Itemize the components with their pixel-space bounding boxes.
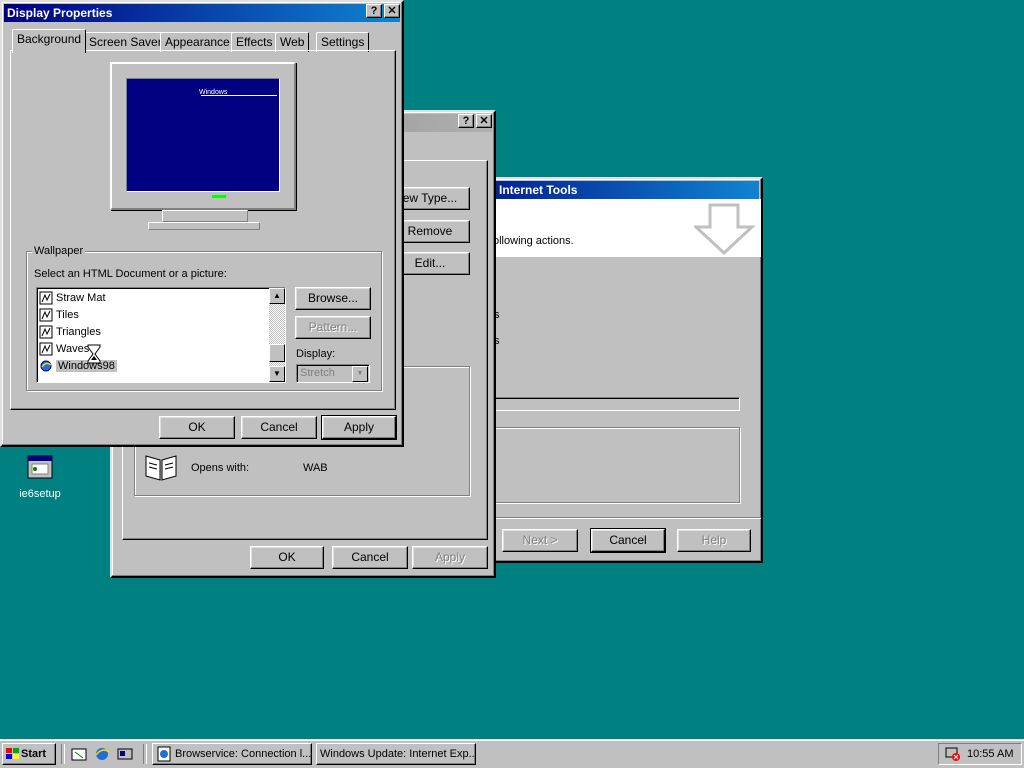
- list-item[interactable]: Triangles: [39, 324, 101, 341]
- bitmap-icon: [39, 342, 53, 356]
- clock[interactable]: 10:55 AM: [967, 748, 1013, 760]
- list-item-label: Waves: [56, 343, 90, 355]
- tab-web[interactable]: Web: [275, 32, 310, 52]
- list-item-label: Tiles: [56, 309, 79, 321]
- close-title-button[interactable]: ✕: [476, 114, 492, 128]
- bitmap-icon: [39, 291, 53, 305]
- book-icon: [145, 455, 177, 481]
- browse-button[interactable]: Browse...: [295, 287, 371, 310]
- internet-explorer-quicklaunch-icon[interactable]: [94, 746, 110, 762]
- display-help-button[interactable]: ?: [366, 4, 382, 18]
- taskbar-divider: [61, 744, 65, 764]
- wallpaper-list[interactable]: Straw Mat Tiles Triangles Waves Windows9…: [36, 287, 286, 383]
- desktop-quicklaunch-icon[interactable]: [71, 746, 87, 762]
- display-titlebar[interactable]: Display Properties: [4, 4, 400, 22]
- display-title: Display Properties: [7, 6, 113, 20]
- list-item[interactable]: Tiles: [39, 307, 79, 324]
- pattern-button[interactable]: Pattern...: [295, 316, 371, 339]
- middle-cancel-button[interactable]: Cancel: [332, 546, 408, 569]
- display-ok-button[interactable]: OK: [159, 416, 235, 439]
- ie-page-icon: [157, 746, 171, 762]
- list-item[interactable]: Waves: [39, 341, 89, 358]
- bitmap-icon: [39, 325, 53, 339]
- monitor-wallpaper-line: [201, 95, 277, 96]
- scroll-thumb[interactable]: [269, 344, 285, 362]
- display-mode-select[interactable]: Stretch ▼: [296, 364, 370, 383]
- middle-ok-button[interactable]: OK: [250, 546, 324, 569]
- taskbar: Start Browservice: Connection l... Windo…: [0, 739, 1024, 768]
- monitor-preview: Windows: [110, 62, 296, 210]
- wizard-cancel-button[interactable]: Cancel: [590, 528, 666, 553]
- monitor-base: [148, 222, 260, 230]
- display-close-button[interactable]: ✕: [384, 4, 400, 18]
- start-label: Start: [21, 748, 47, 760]
- scroll-up-button[interactable]: ▲: [269, 288, 285, 304]
- desktop-icon-label: ie6setup: [19, 488, 61, 500]
- select-picture-label: Select an HTML Document or a picture:: [34, 268, 227, 280]
- wallpaper-group-label: Wallpaper: [32, 245, 86, 257]
- channels-quicklaunch-icon[interactable]: [117, 746, 133, 762]
- chevron-down-icon: ▼: [352, 366, 368, 382]
- down-arrow-icon: [694, 203, 756, 256]
- wizard-title: Internet Tools: [499, 183, 578, 197]
- network-tray-icon[interactable]: [945, 746, 961, 762]
- display-mode-label: Display:: [296, 348, 336, 360]
- setup-icon: [27, 455, 53, 479]
- opens-with-value: WAB: [303, 462, 328, 474]
- tab-appearance[interactable]: Appearance: [160, 32, 235, 52]
- display-properties-dialog: Display Properties ? ✕ Background Screen…: [0, 0, 404, 447]
- task-browservice-label: Browservice: Connection l...: [175, 748, 312, 760]
- taskbar-divider-2: [143, 744, 147, 764]
- task-windows-update[interactable]: Windows Update: Internet Exp...: [316, 743, 476, 765]
- tab-settings[interactable]: Settings: [316, 32, 370, 52]
- list-scrollbar[interactable]: ▲ ▼: [269, 288, 285, 382]
- tab-screen-saver[interactable]: Screen Saver: [84, 32, 167, 52]
- list-item-label: Triangles: [56, 326, 101, 338]
- html-document-icon: [40, 360, 52, 372]
- wizard-header-text: ollowing actions.: [493, 235, 574, 247]
- help-title-button[interactable]: ?: [458, 114, 474, 128]
- display-mode-value: Stretch: [300, 367, 335, 379]
- list-item-selected[interactable]: Windows98: [39, 358, 117, 375]
- tab-background[interactable]: Background: [12, 29, 87, 53]
- system-tray: 10:55 AM: [938, 743, 1022, 765]
- wizard-group: [490, 427, 740, 503]
- monitor-screen: Windows: [126, 78, 280, 192]
- windows-logo-icon: [6, 748, 19, 760]
- list-item-label: Straw Mat: [56, 292, 106, 304]
- scroll-down-button[interactable]: ▼: [269, 366, 285, 382]
- list-item[interactable]: Straw Mat: [39, 290, 106, 307]
- task-browservice[interactable]: Browservice: Connection l...: [152, 743, 312, 765]
- start-button[interactable]: Start: [2, 743, 56, 765]
- help-button[interactable]: Help: [677, 529, 751, 552]
- next-button[interactable]: Next >: [502, 529, 578, 552]
- monitor-neck: [162, 210, 248, 222]
- display-cancel-button[interactable]: Cancel: [241, 416, 317, 439]
- bitmap-icon: [39, 308, 53, 322]
- wizard-progress: [490, 397, 740, 411]
- task-windows-update-label: Windows Update: Internet Exp...: [320, 748, 476, 760]
- desktop-icon-ie6setup[interactable]: ie6setup: [10, 450, 70, 506]
- hourglass-cursor-icon: [87, 344, 101, 364]
- middle-apply-button[interactable]: Apply: [412, 546, 488, 569]
- display-apply-button[interactable]: Apply: [321, 415, 397, 440]
- tab-effects[interactable]: Effects: [231, 32, 278, 52]
- opens-with-label: Opens with:: [191, 462, 250, 474]
- monitor-led: [212, 195, 226, 198]
